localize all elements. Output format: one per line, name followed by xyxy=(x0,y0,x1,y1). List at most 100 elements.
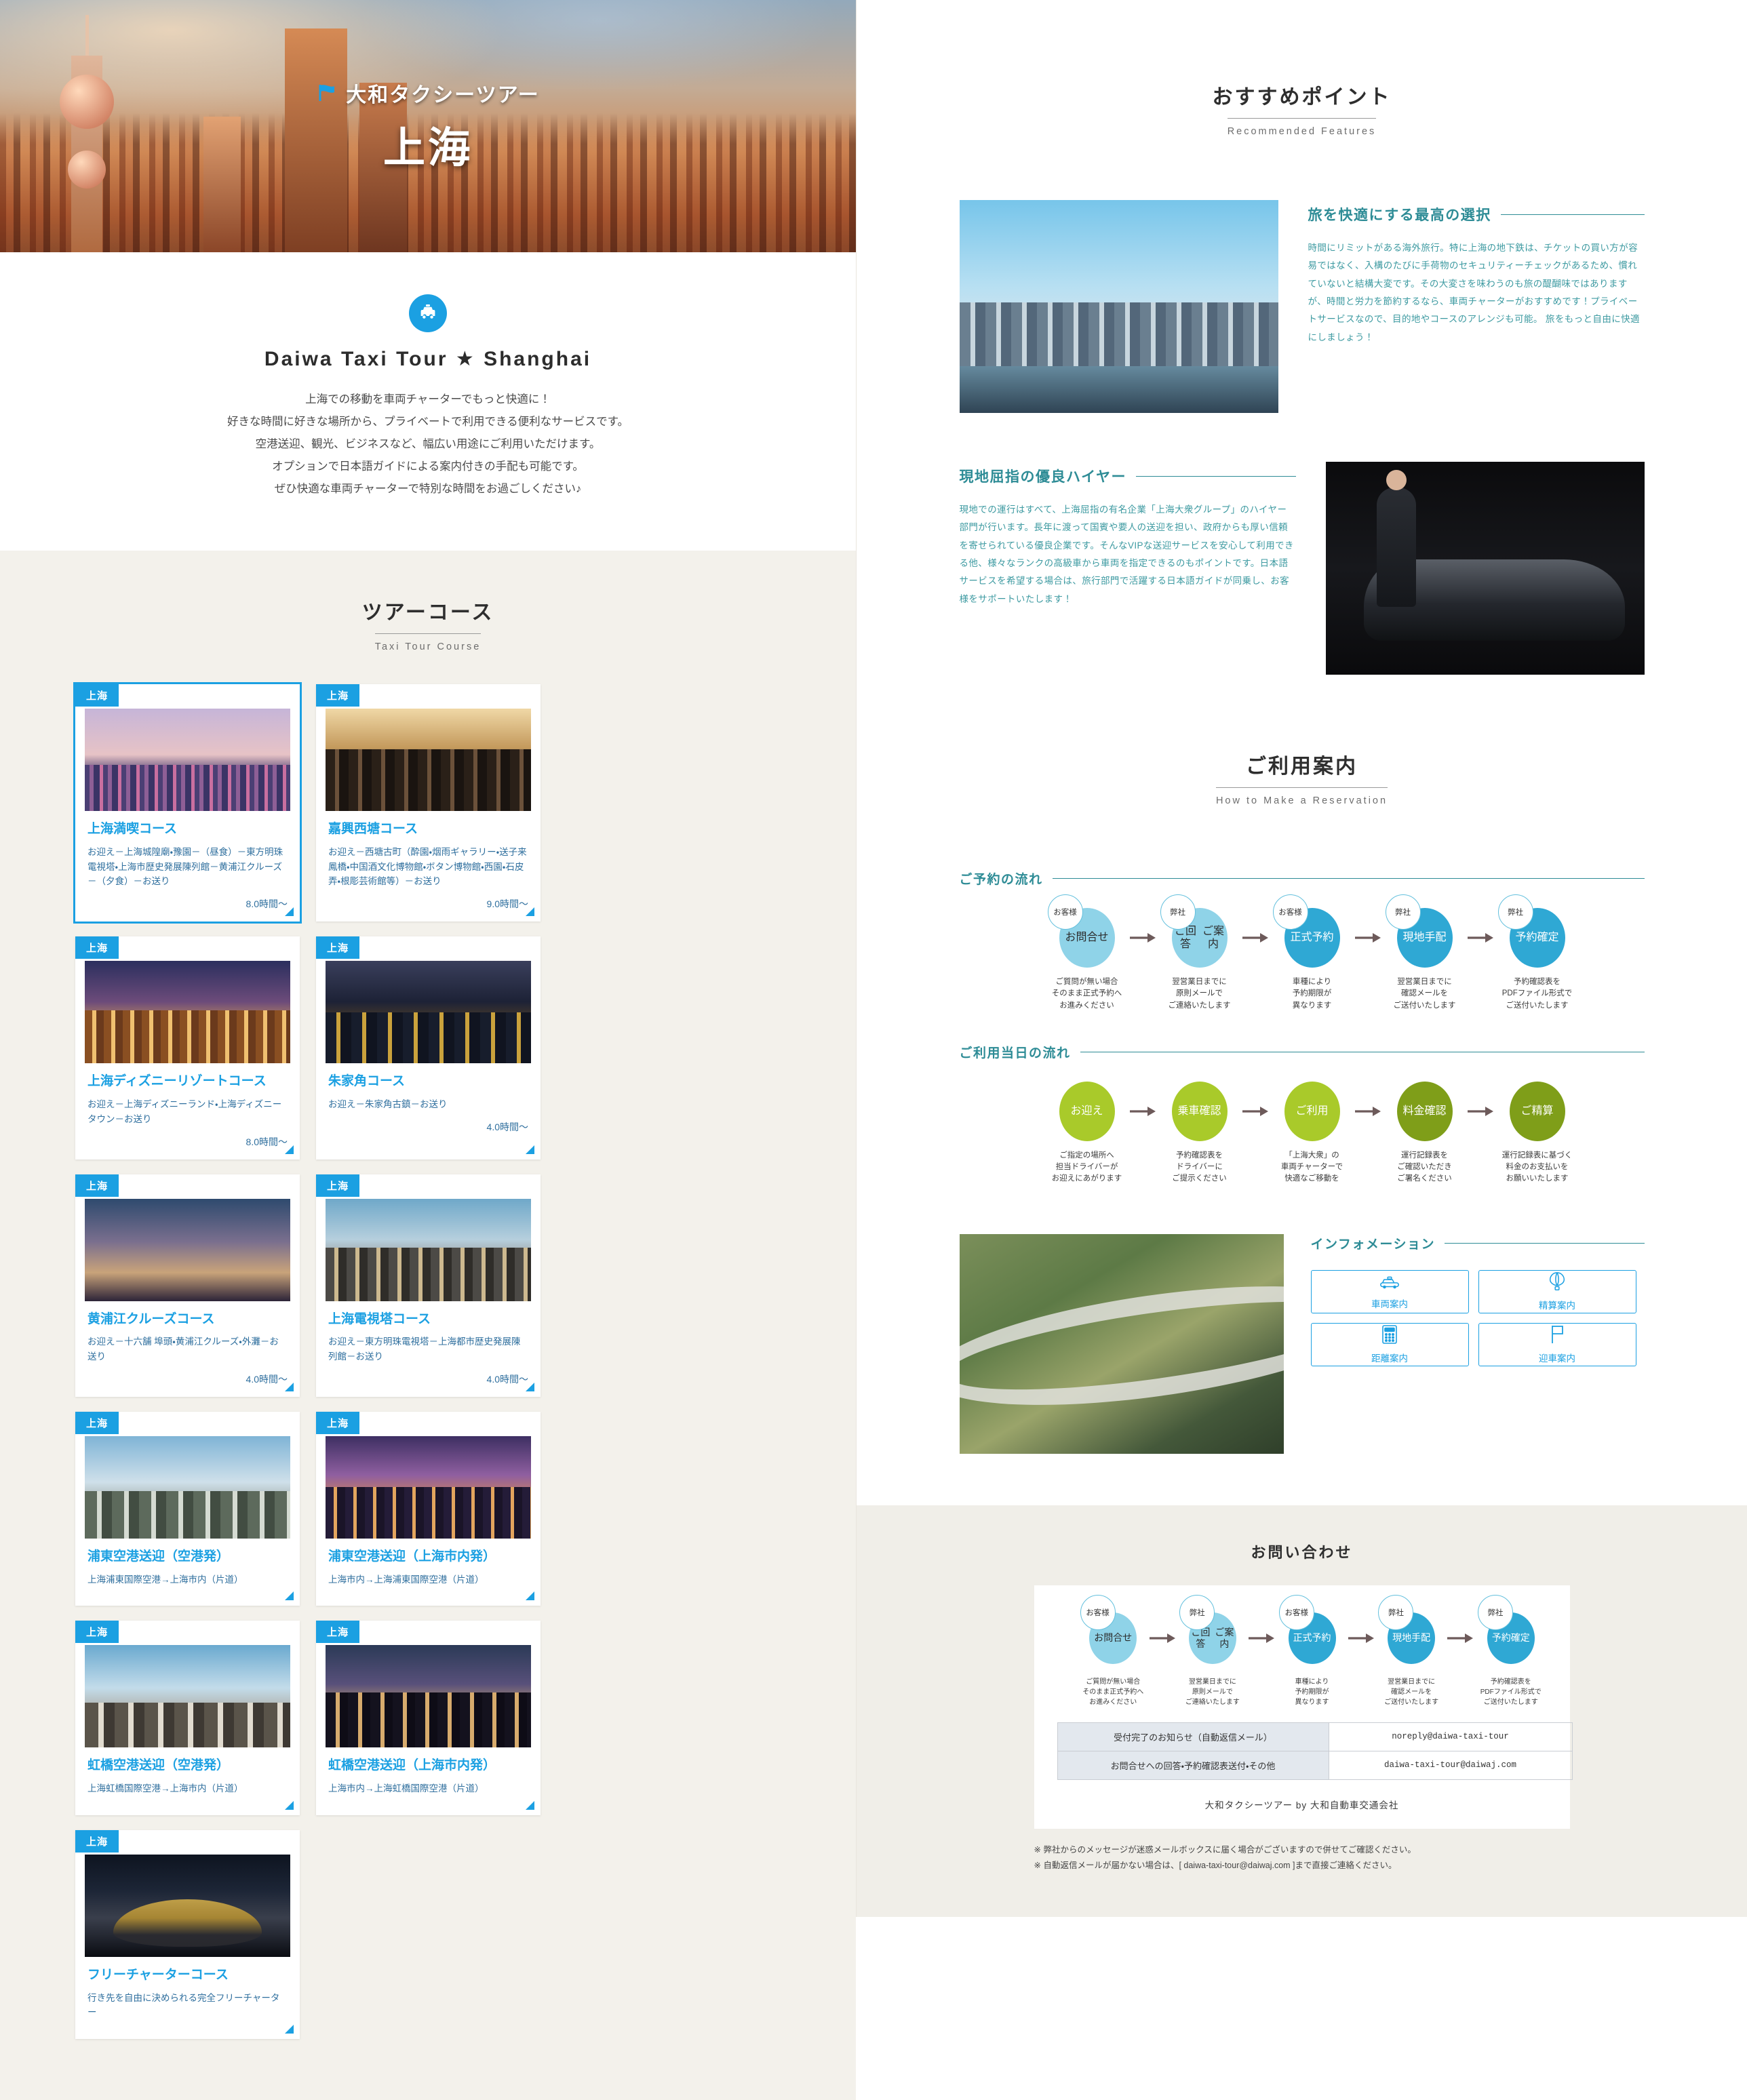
course-title: 浦東空港送迎（空港発） xyxy=(87,1549,230,1564)
flow-step-caption: 予約確認表を ドライバーに ご提示ください xyxy=(1172,1151,1227,1183)
flag-outline-icon xyxy=(1549,1324,1565,1348)
flow-step-caption: ご指定の場所へ 担当ドライバーが お迎えにあがります xyxy=(1051,1151,1122,1183)
course-title: 上海満喫コース xyxy=(87,822,178,836)
info-button-label: 車両案内 xyxy=(1371,1299,1408,1309)
flow-step-caption: 「上海大衆」の 車両チャーターで 快適なご移動を xyxy=(1280,1151,1343,1183)
course-title: 朱家角コース xyxy=(328,1074,406,1089)
feature-body: 現地での運行はすべて、上海屈指の有名企業「上海大衆グループ」のハイヤー部門が行い… xyxy=(959,504,1294,604)
flow-arrow-icon xyxy=(1467,905,1495,970)
course-tag: 上海 xyxy=(316,1411,360,1434)
intro-section: Daiwa Taxi Tour ★ Shanghai 上海での移動を車両チャータ… xyxy=(0,252,856,551)
course-description: 上海浦東国際空港→上海市内（片道） xyxy=(87,1574,243,1585)
hero-kicker: 大和タクシーツアー xyxy=(316,78,540,108)
course-card[interactable]: 上海 虹橋空港送迎（上海市内発） 上海市内→上海虹橋国際空港（片道） xyxy=(316,1621,541,1815)
course-card[interactable]: 上海 黄浦江クルーズコース お迎え－十六舗 埠頭・黄浦江クルーズ・外灘－お送り 4.0… xyxy=(75,1174,300,1397)
reservation-flow-block: ご予約の流れ お客様 お問合せ ご質問が無い場合 そのまま正式予約へ お進みください 弊社… xyxy=(960,869,1645,1012)
flow-arrow-icon xyxy=(1129,905,1158,970)
course-description: お迎え－西塘古町（酔園・烟雨ギャラリー・送子来鳳橋・中国酒文化博物館・ボタン博物… xyxy=(328,846,527,887)
info-button-距離案内[interactable]: 距離案内 xyxy=(1310,1322,1469,1366)
hero-kicker-text: 大和タクシーツアー xyxy=(346,84,540,106)
intro-line: 上海での移動を車両チャーターでもっと快適に！ xyxy=(305,393,551,405)
course-description: お迎え－朱家角古鎮－お送り xyxy=(328,1098,448,1109)
mail-address: noreply@daiwa-taxi-tour xyxy=(1328,1722,1573,1751)
course-title: 黄浦江クルーズコース xyxy=(87,1311,215,1326)
flow-step-actor: お客様 xyxy=(1272,894,1308,930)
section-heading: ツアーコース Taxi Tour Course xyxy=(0,595,856,653)
flow-arrow-icon xyxy=(1354,1079,1383,1144)
flow-step: 弊社 予約確定 予約確認表を PDFファイル形式で ご送付いたします xyxy=(1475,1594,1547,1707)
flow-step-label: ご利用 xyxy=(1284,1081,1340,1141)
information-label: インフォメーション xyxy=(1310,1237,1436,1252)
flow-step-actor: 弊社 xyxy=(1385,894,1421,930)
course-thumbnail xyxy=(326,1198,531,1301)
reservation-flow-diagram: お客様 お問合せ ご質問が無い場合 そのまま正式予約へ お進みください 弊社 ご回答 ご案内翌… xyxy=(960,894,1645,1012)
contact-card: お客様 お問合せ ご質問が無い場合 そのまま正式予約へ お進みください 弊社 ご回答 ご案内翌… xyxy=(1034,1585,1573,1829)
flow-step: お迎え ご指定の場所へ 担当ドライバーが お迎えにあがります xyxy=(1045,1079,1129,1185)
course-card[interactable]: 上海 浦東空港送迎（上海市内発） 上海市内→上海浦東国際空港（片道） xyxy=(316,1411,541,1606)
left-column: 大和タクシーツアー 上海 Daiwa Taxi Tour ★ Shanghai … xyxy=(0,0,856,2100)
flow-step-caption: 予約確認表を PDFファイル形式で ご送付いたします xyxy=(1480,1678,1542,1706)
flow-step-caption: 翌営業日までに 原則メールで ご連絡いたします xyxy=(1168,978,1231,1010)
course-thumbnail xyxy=(326,961,531,1064)
flow-step: お客様 正式予約 車種により 予約期限が 異なります xyxy=(1270,894,1354,1012)
info-button-迎車案内[interactable]: 迎車案内 xyxy=(1478,1322,1636,1366)
flow-step-caption: 運行記録表を ご確認いただき ご署名ください xyxy=(1397,1151,1452,1183)
course-tag: 上海 xyxy=(75,684,119,707)
course-card[interactable]: 上海 虹橋空港送迎（空港発） 上海虹橋国際空港→上海市内（片道） xyxy=(75,1621,300,1815)
corner-marker-icon xyxy=(526,1591,534,1601)
course-thumbnail xyxy=(326,1645,531,1748)
course-title: 上海ディズニーリゾートコース xyxy=(87,1074,267,1089)
corner-marker-icon xyxy=(285,907,294,917)
balloon-icon xyxy=(1548,1271,1566,1295)
info-button-車両案内[interactable]: 車両案内 xyxy=(1310,1269,1469,1313)
course-card[interactable]: 上海 フリーチャーターコース 行き先を自由に決められる完全フリーチャーター xyxy=(75,1829,300,2040)
corner-marker-icon xyxy=(526,1145,534,1154)
corner-marker-icon xyxy=(285,1145,294,1154)
contact-flow-diagram: お客様 お問合せ ご質問が無い場合 そのまま正式予約へ お進みください 弊社 ご回答 ご案内翌… xyxy=(1057,1594,1547,1707)
section-title-en: How to Make a Reservation xyxy=(1215,787,1388,806)
course-thumbnail xyxy=(85,1645,290,1748)
course-thumbnail xyxy=(85,1854,290,1957)
flow-step-actor: 弊社 xyxy=(1497,894,1533,930)
course-duration: 4.0時間～ xyxy=(246,1373,288,1385)
contact-note: ※ 自動返信メールが届かない場合は、[ daiwa-taxi-tour@daiw… xyxy=(1034,1860,1397,1870)
info-button-精算案内[interactable]: 精算案内 xyxy=(1478,1269,1636,1313)
mail-address-table: 受付完了のお知らせ（自動返信メール） noreply@daiwa-taxi-tou… xyxy=(1057,1722,1573,1780)
flow-arrow-icon xyxy=(1242,905,1270,970)
course-thumbnail xyxy=(326,1435,531,1539)
intro-title: Daiwa Taxi Tour ★ Shanghai xyxy=(264,348,592,370)
flow-arrow-icon xyxy=(1129,1079,1158,1144)
flow-step: お客様 お問合せ ご質問が無い場合 そのまま正式予約へ お進みください xyxy=(1078,1594,1150,1707)
flow-step-actor: 弊社 xyxy=(1378,1594,1414,1630)
intro-line: ぜひ快適な車両チャーターで特別な時間をお過ごしください♪ xyxy=(274,483,582,495)
course-description: お迎え－十六舗 埠頭・黄浦江クルーズ・外灘－お送り xyxy=(87,1336,279,1362)
intro-body: 上海での移動を車両チャーターでもっと快適に！ 好きな時間に好きな場所から、プライ… xyxy=(0,389,856,500)
recommended-heading: おすすめポイント Recommended Features xyxy=(857,80,1747,138)
course-card[interactable]: 上海 嘉興西塘コース お迎え－西塘古町（酔園・烟雨ギャラリー・送子来鳳橋・中国酒文化… xyxy=(316,684,541,922)
course-card[interactable]: 上海 浦東空港送迎（空港発） 上海浦東国際空港→上海市内（片道） xyxy=(75,1411,300,1606)
corner-marker-icon xyxy=(526,1382,534,1391)
section-title-ja: ツアーコース xyxy=(361,601,494,624)
course-tag: 上海 xyxy=(316,936,360,959)
flow-arrow-icon xyxy=(1348,1606,1375,1671)
course-duration: 8.0時間～ xyxy=(246,1136,288,1147)
taxi-icon xyxy=(409,294,447,332)
course-duration: 4.0時間～ xyxy=(486,1121,528,1132)
course-card[interactable]: 上海朱家角コースお迎え－朱家角古鎮－お送り 4.0時間～ xyxy=(316,936,541,1160)
intro-line: 好きな時間に好きな場所から、プライベートで利用できる便利なサービスです。 xyxy=(227,416,629,428)
day-flow-diagram: お迎え ご指定の場所へ 担当ドライバーが お迎えにあがります 乗車確認 予約確認表を ドライ… xyxy=(960,1079,1645,1185)
course-thumbnail xyxy=(85,961,290,1064)
contact-note: ※ 弊社からのメッセージが迷惑メールボックスに届く場合がございますので併せてご確… xyxy=(1034,1844,1416,1855)
hero-banner: 大和タクシーツアー 上海 xyxy=(0,0,856,252)
course-title: 嘉興西塘コース xyxy=(328,822,418,836)
course-description: 上海虹橋国際空港→上海市内（片道） xyxy=(87,1783,243,1794)
course-thumbnail xyxy=(85,1435,290,1539)
course-tag: 上海 xyxy=(75,936,119,959)
course-card[interactable]: 上海 上海電視塔コース お迎え－東方明珠電視塔－上海都市歴史発展陳列館－お送り 4.0… xyxy=(316,1174,541,1397)
course-card[interactable]: 上海 上海ディズニーリゾートコース お迎え－上海ディズニーランド・上海ディズニータウ… xyxy=(75,936,300,1160)
contact-notes: ※ 弊社からのメッセージが迷惑メールボックスに届く場合がございますので併せてご確… xyxy=(1034,1842,1570,1874)
table-row: 受付完了のお知らせ（自動返信メール） noreply@daiwa-taxi-tou… xyxy=(1057,1722,1573,1751)
course-card[interactable]: 上海 上海満喫コース お迎え－上海城隍廟・豫園－（昼食）－東方明珠電視塔・上海市歴史… xyxy=(73,681,302,924)
corner-marker-icon xyxy=(526,1800,534,1810)
feature-title: 現地屈指の優良ハイヤー xyxy=(959,469,1126,485)
